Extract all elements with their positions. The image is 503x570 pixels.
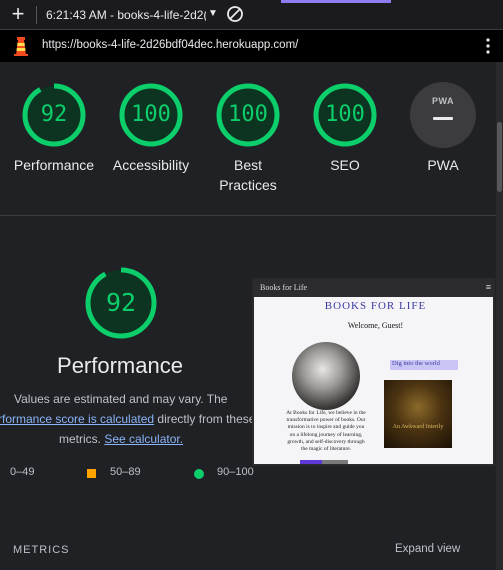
scrollbar[interactable] xyxy=(496,62,503,570)
hamburger-icon: ≡ xyxy=(485,282,491,292)
pwa-badge[interactable]: PWA xyxy=(410,82,476,148)
desc-text: metrics. xyxy=(59,432,105,446)
desc-line-2: rformance score is calculated directly f… xyxy=(0,409,255,429)
expand-view-button[interactable]: Expand view xyxy=(395,543,460,555)
page-screenshot[interactable]: Books for Life ≡ BOOKS FOR LIFE Welcome,… xyxy=(252,278,495,466)
site-navbar: Books for Life ≡ xyxy=(254,280,493,297)
site-buttons xyxy=(300,460,348,464)
legend-average-label: 50–89 xyxy=(110,466,141,478)
performance-gauge: 92 xyxy=(84,266,158,340)
gauge-label-accessibility: Accessibility xyxy=(112,157,190,173)
average-square-icon xyxy=(87,469,96,478)
score-calculated-link[interactable]: rformance score is calculated xyxy=(0,412,154,426)
book-cover-image: An Awkward Intertly xyxy=(384,380,452,448)
gauge-label-seo: SEO xyxy=(330,157,360,173)
book-cover-title: An Awkward Intertly xyxy=(392,424,444,430)
pass-circle-icon xyxy=(194,469,204,479)
url-field[interactable]: https://books-4-life-2d26bdf04dec.heroku… xyxy=(42,39,298,51)
site-welcome: Welcome, Guest! xyxy=(347,321,404,330)
legend-pass-label: 90–100 xyxy=(217,466,254,478)
gauge-label-performance: Performance xyxy=(13,157,95,173)
performance-title: Performance xyxy=(57,353,183,378)
label-line: Practices xyxy=(219,177,277,193)
gauge-label-pwa: PWA xyxy=(427,157,459,173)
site-brand: BOOKS FOR LIFE xyxy=(324,300,427,312)
gauge-accessibility[interactable]: 100 xyxy=(118,82,184,148)
tab-title[interactable]: 6:21:43 AM - books-4-life-2d2( xyxy=(46,8,206,22)
gauge-label-best-practices: Best Practices xyxy=(193,155,303,195)
lighthouse-icon xyxy=(14,37,28,56)
label-line: Best xyxy=(233,157,262,173)
gauge-performance[interactable]: 92 xyxy=(21,82,87,148)
see-calculator-link[interactable]: See calculator. xyxy=(104,432,183,446)
desc-line-1: Values are estimated and may vary. The xyxy=(14,392,228,406)
gauge-best-practices[interactable]: 100 xyxy=(215,82,281,148)
legend-fail-label: 0–49 xyxy=(10,466,35,478)
legend-pass: 90–100 xyxy=(217,466,254,478)
site-button-primary xyxy=(300,460,322,464)
tab-strip: + 6:21:43 AM - books-4-life-2d2( ▼ xyxy=(0,0,503,30)
more-options-icon[interactable] xyxy=(485,37,491,55)
site-dig-heading: Dig into the world xyxy=(390,360,458,370)
legend-average: 50–89 xyxy=(110,466,141,478)
portrait-image xyxy=(292,342,360,410)
pwa-dash-icon xyxy=(433,117,453,120)
new-tab-icon[interactable]: + xyxy=(8,3,28,25)
active-tab-indicator xyxy=(281,0,391,3)
performance-score: 92 xyxy=(105,288,137,317)
block-icon[interactable] xyxy=(226,5,244,23)
site-nav-title: Books for Life xyxy=(260,283,308,292)
gauge-seo[interactable]: 100 xyxy=(312,82,378,148)
gauge-score: 92 xyxy=(40,102,68,127)
site-body-text: At Books for Life, we believe in the tra… xyxy=(286,410,366,453)
address-bar: https://books-4-life-2d26bdf04dec.heroku… xyxy=(0,30,503,62)
gauge-score: 100 xyxy=(131,102,171,127)
metrics-heading: METRICS xyxy=(13,544,70,556)
gauge-score: 100 xyxy=(325,102,365,127)
desc-line-3: metrics. See calculator. xyxy=(59,429,183,449)
legend-fail: 0–49 xyxy=(10,466,34,478)
section-divider xyxy=(0,215,496,216)
pwa-badge-text: PWA xyxy=(431,96,454,106)
tab-divider xyxy=(36,6,37,24)
desc-text: directly from these xyxy=(154,412,256,426)
gauge-score: 100 xyxy=(228,102,268,127)
chevron-down-icon[interactable]: ▼ xyxy=(208,8,218,19)
site-button-secondary xyxy=(322,460,348,464)
